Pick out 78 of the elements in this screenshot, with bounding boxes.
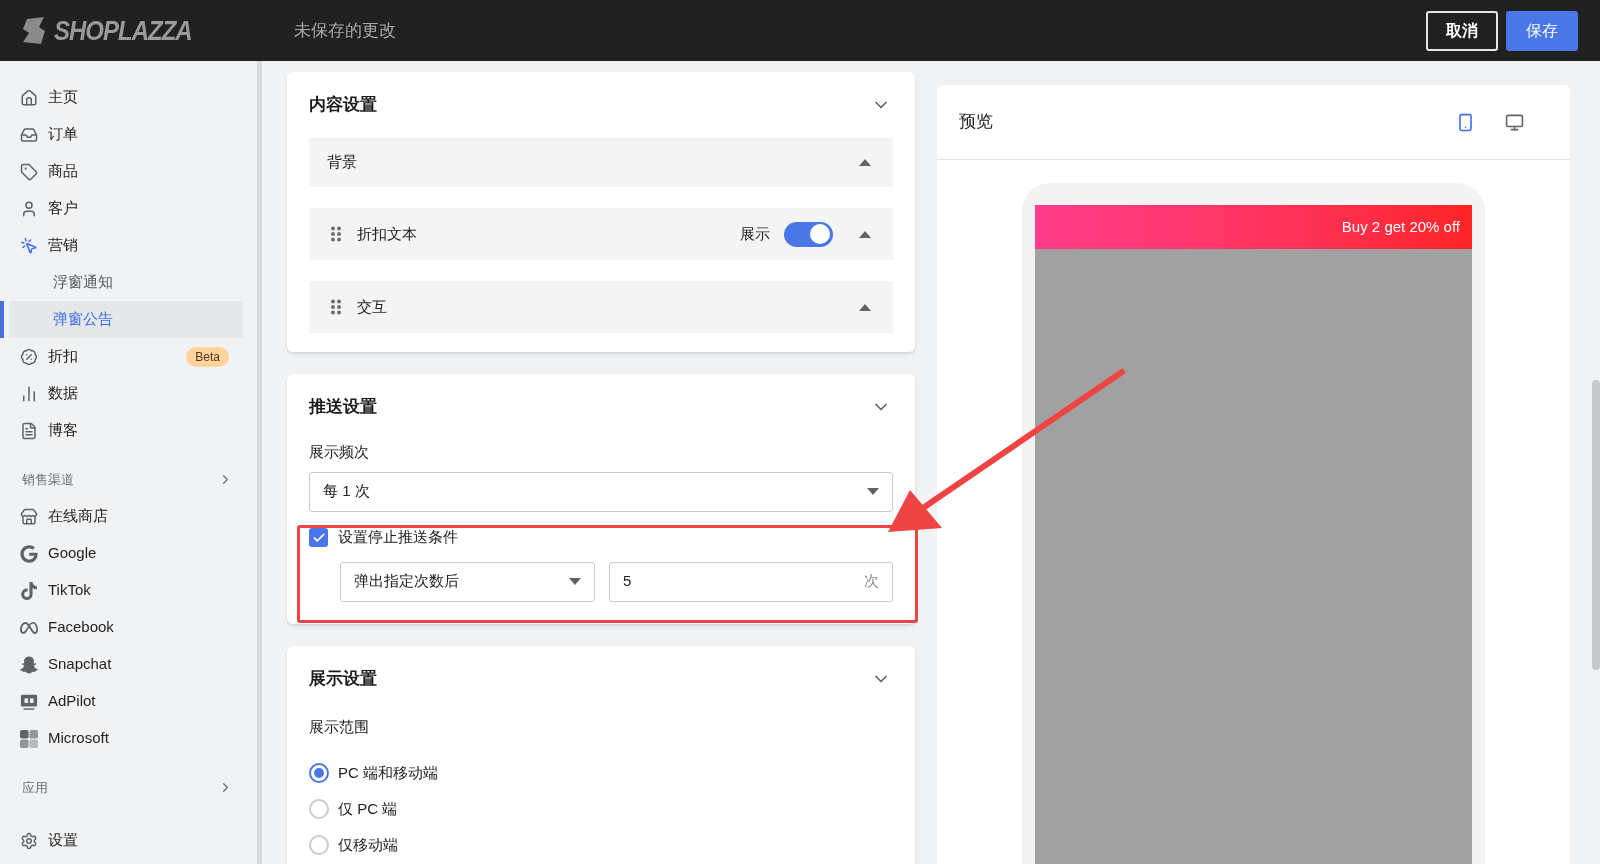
sidebar-subitem[interactable]: 浮窗通知 bbox=[9, 264, 243, 301]
condition-select[interactable]: 弹出指定次数后 bbox=[340, 561, 595, 602]
collapsible-panel[interactable]: 背景 bbox=[309, 138, 893, 187]
monitor-icon[interactable] bbox=[1505, 112, 1524, 132]
toggle-switch[interactable] bbox=[784, 221, 833, 247]
sidebar-subitem[interactable]: 弹窗公告 bbox=[9, 301, 243, 338]
panel-label: 背景 bbox=[327, 152, 358, 173]
sidebar-item[interactable]: Snapchat bbox=[0, 646, 257, 683]
store-icon bbox=[20, 507, 38, 526]
ad-screen-icon bbox=[20, 692, 38, 711]
sidebar-item[interactable]: TikTok bbox=[0, 572, 257, 609]
unit-label: 次 bbox=[864, 571, 879, 592]
frequency-select[interactable]: 每 1 次 bbox=[309, 471, 893, 512]
bar-chart-icon bbox=[20, 384, 38, 403]
phone-icon[interactable] bbox=[1456, 112, 1475, 132]
toggle-label: 展示 bbox=[740, 223, 770, 244]
beta-badge: Beta bbox=[186, 346, 229, 367]
sidebar-item[interactable]: 数据 bbox=[0, 375, 257, 412]
card-title: 内容设置 bbox=[309, 94, 377, 117]
sidebar-item[interactable]: 订单 bbox=[0, 116, 257, 153]
card-title: 预览 bbox=[959, 111, 994, 134]
field-label: 展示频次 bbox=[309, 442, 370, 462]
caret-up-icon[interactable] bbox=[859, 303, 871, 311]
checkbox-label: 设置停止推送条件 bbox=[338, 527, 458, 548]
sidebar-item[interactable]: 客户 bbox=[0, 190, 257, 227]
logo-icon bbox=[22, 17, 46, 44]
radio-label: PC 端和移动端 bbox=[338, 762, 438, 783]
count-value: 5 bbox=[623, 571, 632, 592]
sidebar-item[interactable]: 主页 bbox=[0, 79, 257, 116]
caret-down-icon[interactable] bbox=[569, 578, 581, 585]
home-icon bbox=[20, 88, 38, 107]
sidebar-item[interactable]: 博客 bbox=[0, 412, 257, 449]
field-label: 展示范围 bbox=[309, 716, 370, 737]
tiktok-icon bbox=[20, 581, 38, 600]
card-title: 展示设置 bbox=[309, 667, 377, 690]
tiles-icon bbox=[20, 729, 38, 748]
ghost-icon bbox=[20, 655, 38, 674]
sidebar-item[interactable]: 营销 bbox=[0, 227, 257, 264]
radio-label: 仅 PC 端 bbox=[338, 798, 398, 819]
checkbox[interactable] bbox=[309, 528, 328, 547]
caret-up-icon[interactable] bbox=[859, 159, 871, 166]
sidebar-item[interactable]: 在线商店 bbox=[0, 498, 257, 535]
radio-button[interactable] bbox=[309, 835, 329, 855]
radio-button[interactable] bbox=[309, 799, 329, 819]
page-title: 未保存的更改 bbox=[294, 19, 397, 42]
user-icon bbox=[20, 199, 38, 218]
sidebar-item[interactable]: Microsoft bbox=[0, 720, 257, 757]
count-field[interactable]: 5 次 bbox=[609, 561, 893, 602]
pointer-click-icon bbox=[20, 236, 38, 255]
settings-icon bbox=[20, 831, 38, 850]
sidebar-item[interactable]: 设置 bbox=[0, 822, 257, 859]
panel-label: 交互 bbox=[357, 296, 388, 317]
google-icon bbox=[20, 544, 38, 563]
sidebar-item[interactable]: AdPilot bbox=[0, 683, 257, 720]
collapsible-panel[interactable]: 折扣文本 展示 bbox=[309, 208, 893, 260]
panel-label: 折扣文本 bbox=[357, 223, 418, 244]
section-label: 销售渠道 bbox=[22, 470, 74, 489]
inbox-icon bbox=[20, 125, 38, 144]
tag-icon bbox=[20, 162, 38, 181]
sidebar-item[interactable]: Facebook bbox=[0, 609, 257, 646]
radio-label: 仅移动端 bbox=[338, 834, 398, 855]
document-icon bbox=[20, 421, 38, 440]
radio-button[interactable] bbox=[309, 763, 329, 783]
section-label: 应用 bbox=[22, 778, 48, 797]
caret-up-icon[interactable] bbox=[859, 230, 871, 238]
drag-handle-icon[interactable] bbox=[331, 299, 341, 315]
card-title: 推送设置 bbox=[309, 396, 377, 419]
caret-down-icon[interactable] bbox=[867, 488, 879, 495]
promo-banner: Buy 2 get 20% off bbox=[1035, 205, 1472, 249]
drag-handle-icon[interactable] bbox=[331, 226, 341, 242]
logo-text: SHOPLAZZA bbox=[54, 13, 192, 48]
cancel-button[interactable]: 取消 bbox=[1426, 10, 1498, 51]
save-button[interactable]: 保存 bbox=[1506, 10, 1578, 51]
percent-tag-icon bbox=[20, 347, 38, 366]
collapsible-panel[interactable]: 交互 bbox=[309, 281, 893, 333]
sidebar-item[interactable]: Google bbox=[0, 535, 257, 572]
sidebar-item[interactable]: 折扣 Beta bbox=[0, 338, 257, 375]
sidebar-item[interactable]: 商品 bbox=[0, 153, 257, 190]
